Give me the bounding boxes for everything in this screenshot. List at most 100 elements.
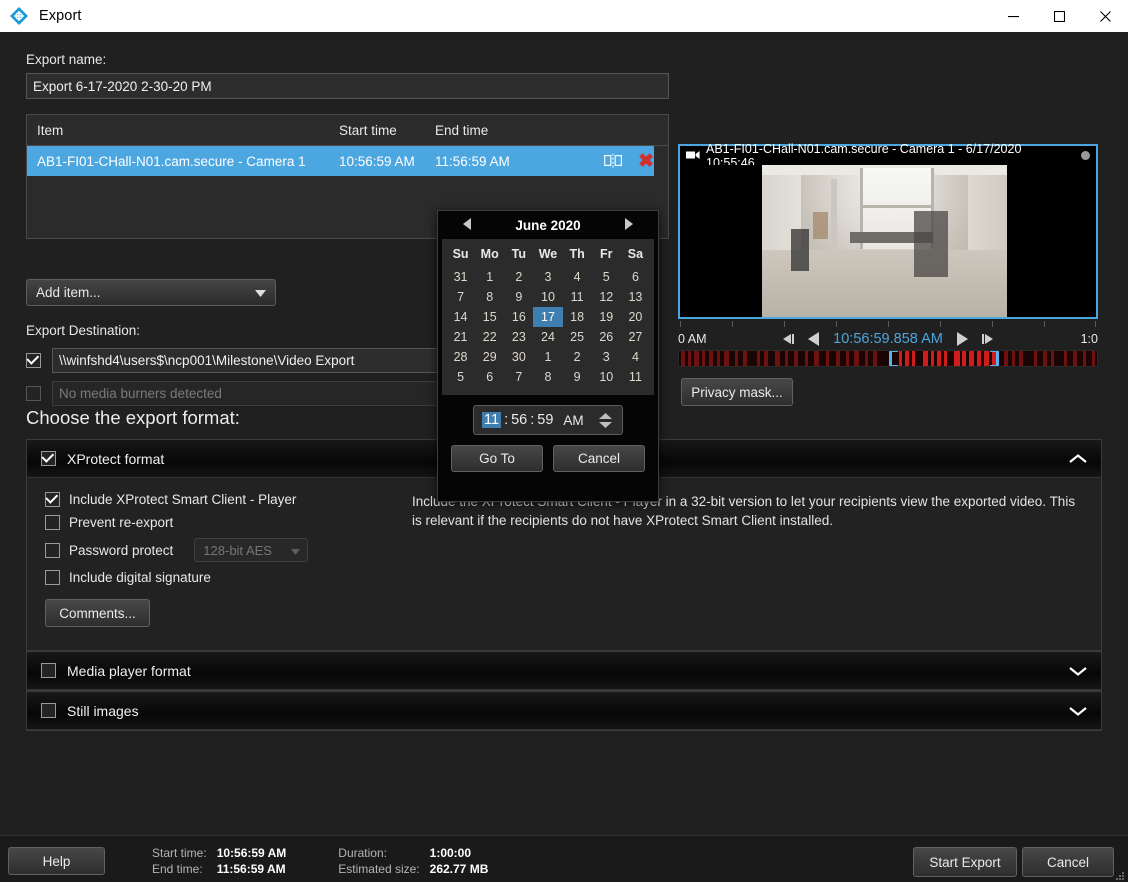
option-digital-signature[interactable]: Include digital signature [45, 570, 1087, 585]
calendar-day[interactable]: 22 [475, 327, 504, 347]
calendar-day[interactable]: 16 [504, 307, 533, 327]
next-month-button[interactable] [618, 217, 640, 233]
start-export-button[interactable]: Start Export [913, 847, 1017, 877]
time-spinner-input[interactable]: 11 : 56 : 59 AM [473, 405, 623, 435]
go-to-button[interactable]: Go To [451, 445, 543, 472]
chevron-down-icon [291, 543, 301, 558]
calendar-day[interactable]: 1 [475, 267, 504, 287]
calendar-day[interactable]: 2 [504, 267, 533, 287]
calendar-day[interactable]: 11 [621, 367, 650, 387]
step-forward-icon[interactable] [981, 334, 993, 344]
play-forward-icon[interactable] [956, 332, 968, 346]
close-button[interactable] [1082, 0, 1128, 32]
calendar-day[interactable]: 28 [446, 347, 475, 367]
password-protect-label: Password protect [69, 542, 174, 558]
privacy-mask-button[interactable]: Privacy mask... [681, 378, 793, 406]
table-row[interactable]: AB1-FI01-CHall-N01.cam.secure - Camera 1… [27, 146, 668, 176]
panel-xprotect-title: XProtect format [67, 450, 165, 467]
calendar-day[interactable]: 2 [563, 347, 592, 367]
panel-xprotect-body: Include XProtect Smart Client - Player P… [27, 478, 1101, 654]
xprotect-format-checkbox[interactable] [41, 451, 56, 466]
calendar-day[interactable]: 23 [504, 327, 533, 347]
timeline-ticks [678, 321, 1098, 328]
panel-still-images-header[interactable]: Still images [27, 692, 1101, 730]
prevent-reexport-checkbox[interactable] [45, 515, 60, 530]
calendar-day[interactable]: 6 [621, 267, 650, 287]
calendar-day[interactable]: 7 [446, 287, 475, 307]
time-minutes[interactable]: 56 [511, 412, 527, 428]
preview-timeline[interactable]: 0 AM 10:56:59.858 AM 1:0 [678, 321, 1098, 367]
calendar-day[interactable]: 1 [533, 347, 562, 367]
maximize-button[interactable] [1036, 0, 1082, 32]
calendar-day[interactable]: 8 [475, 287, 504, 307]
calendar-day[interactable]: 4 [621, 347, 650, 367]
minimize-button[interactable] [990, 0, 1036, 32]
step-back-icon[interactable] [783, 334, 795, 344]
digital-signature-checkbox[interactable] [45, 570, 60, 585]
dialog-cancel-button[interactable]: Cancel [1022, 847, 1114, 877]
calendar-day[interactable]: 27 [621, 327, 650, 347]
prev-month-button[interactable] [456, 217, 478, 233]
calendar-day[interactable]: 24 [533, 327, 562, 347]
encryption-strength-dropdown: 128-bit AES [194, 538, 309, 562]
timeline-activity-strip[interactable] [678, 350, 1098, 367]
time-spinner-arrows-icon[interactable] [597, 412, 614, 429]
calendar-day[interactable]: 21 [446, 327, 475, 347]
calendar-day[interactable]: 3 [592, 347, 621, 367]
calendar-day[interactable]: 3 [533, 267, 562, 287]
panel-media-player-header[interactable]: Media player format [27, 652, 1101, 690]
calendar-day[interactable]: 30 [504, 347, 533, 367]
resize-grip[interactable] [1115, 869, 1125, 880]
export-name-input[interactable] [26, 73, 669, 99]
timeline-selection-range[interactable] [889, 351, 999, 366]
calendar-day[interactable]: 9 [563, 367, 592, 387]
calendar-day[interactable]: 15 [475, 307, 504, 327]
chevron-up-icon[interactable] [1069, 451, 1087, 467]
calendar-day[interactable]: 13 [621, 287, 650, 307]
comments-button[interactable]: Comments... [45, 599, 150, 627]
calendar-day[interactable]: 10 [533, 287, 562, 307]
calendar-day[interactable]: 7 [504, 367, 533, 387]
calendar-week-row: 21 22 23 24 25 26 27 [446, 327, 650, 347]
calendar-day[interactable]: 8 [533, 367, 562, 387]
calendar-day[interactable]: 18 [563, 307, 592, 327]
calendar-day[interactable]: 4 [563, 267, 592, 287]
chevron-down-icon[interactable] [1069, 703, 1087, 719]
play-reverse-icon[interactable] [808, 332, 820, 346]
calendar-day[interactable]: 20 [621, 307, 650, 327]
weekday-su: Su [452, 247, 469, 261]
chevron-down-icon[interactable] [1069, 663, 1087, 679]
calendar-cancel-button[interactable]: Cancel [553, 445, 645, 472]
export-summary: Start time: 10:56:59 AM Duration: 1:00:0… [152, 845, 488, 877]
calendar-day[interactable]: 19 [592, 307, 621, 327]
calendar-day[interactable]: 31 [446, 267, 475, 287]
time-meridiem[interactable]: AM [563, 413, 583, 428]
add-item-dropdown[interactable]: Add item... [26, 279, 276, 306]
include-player-checkbox[interactable] [45, 492, 60, 507]
calendar-day[interactable]: 11 [563, 287, 592, 307]
calendar-day[interactable]: 26 [592, 327, 621, 347]
media-player-format-checkbox[interactable] [41, 663, 56, 678]
calendar-day[interactable]: 29 [475, 347, 504, 367]
calendar-day[interactable]: 9 [504, 287, 533, 307]
timeline-transport-controls: 10:56:59.858 AM [678, 331, 1098, 347]
calendar-day[interactable]: 14 [446, 307, 475, 327]
still-images-checkbox[interactable] [41, 703, 56, 718]
calendar-day[interactable]: 25 [563, 327, 592, 347]
calendar-day[interactable]: 10 [592, 367, 621, 387]
calendar-day[interactable]: 5 [446, 367, 475, 387]
remove-item-icon[interactable]: ✖ [638, 152, 654, 171]
time-sep-2: : [530, 412, 535, 428]
calendar-day[interactable]: 5 [592, 267, 621, 287]
time-hours[interactable]: 11 [482, 412, 502, 428]
password-protect-checkbox[interactable] [45, 542, 60, 558]
calendar-day[interactable]: 12 [592, 287, 621, 307]
calendar-day[interactable]: 6 [475, 367, 504, 387]
time-seconds[interactable]: 59 [537, 412, 553, 428]
calendar-day-selected[interactable]: 17 [533, 307, 563, 327]
split-item-icon[interactable] [604, 153, 623, 169]
help-button[interactable]: Help [8, 847, 105, 875]
option-password-protect[interactable]: Password protect 128-bit AES [45, 538, 1087, 562]
destination-path-checkbox[interactable] [26, 353, 41, 368]
camera-preview[interactable]: AB1-FI01-CHall-N01.cam.secure - Camera 1… [678, 142, 1098, 319]
